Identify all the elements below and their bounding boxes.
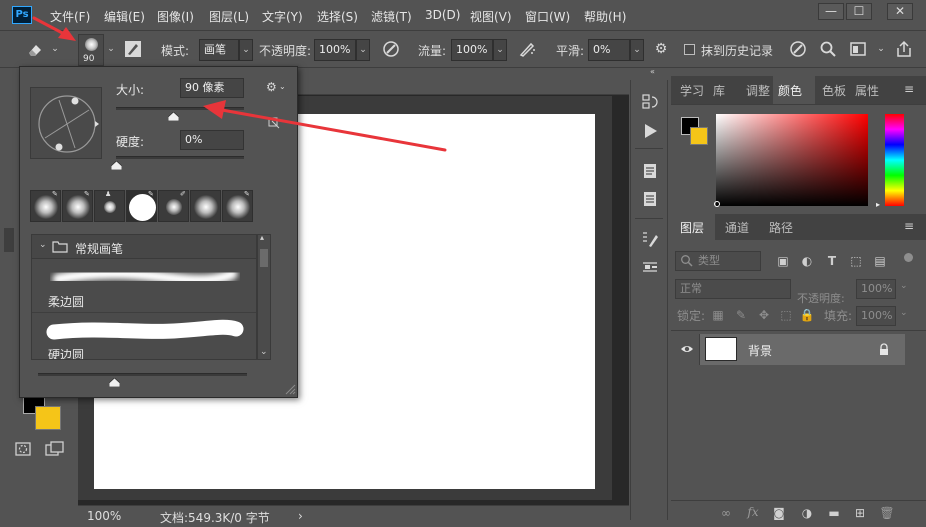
annotation-arrowhead-to-size-field [203,100,226,119]
annotation-arrow-to-size-field [220,108,447,152]
annotation-arrowhead-to-brush-picker [58,27,76,41]
annotation-arrows [32,16,447,152]
